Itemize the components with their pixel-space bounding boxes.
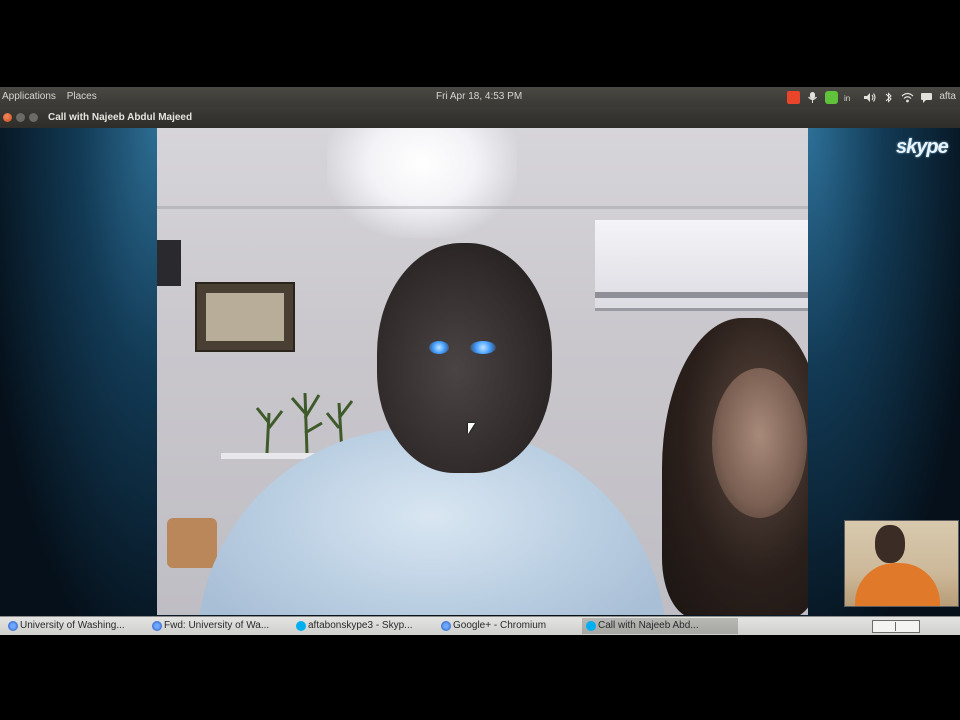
self-video-preview[interactable] <box>844 520 959 607</box>
video-eye-glare <box>470 341 496 354</box>
video-wall-object <box>157 240 181 286</box>
taskbar-item-label: University of Washing... <box>20 620 125 631</box>
chromium-icon <box>152 621 162 631</box>
video-ceiling-edge <box>157 206 808 209</box>
chromium-icon <box>441 621 451 631</box>
taskbar-item-label: Call with Najeeb Abd... <box>598 620 699 631</box>
self-video-shirt <box>855 563 940 606</box>
mouse-cursor-icon <box>468 423 475 434</box>
close-button[interactable] <box>3 113 12 122</box>
video-person-head <box>377 243 552 473</box>
chat-icon[interactable] <box>920 91 933 104</box>
workspace-divider <box>895 622 896 631</box>
skype-icon <box>296 621 306 631</box>
video-chair <box>167 518 217 568</box>
bluetooth-icon[interactable] <box>882 91 895 104</box>
maximize-button[interactable] <box>29 113 38 122</box>
video-eye-glare <box>429 341 449 354</box>
user-menu[interactable]: afta <box>939 87 956 107</box>
taskbar: University of Washing... Fwd: University… <box>0 616 960 635</box>
video-second-person-face <box>712 368 807 518</box>
system-tray: in afta <box>787 89 956 105</box>
minimize-button[interactable] <box>16 113 25 122</box>
panel-menus: Applications Places <box>2 87 105 107</box>
taskbar-item-fwd-university[interactable]: Fwd: University of Wa... <box>148 618 302 634</box>
taskbar-item-university-of-washington[interactable]: University of Washing... <box>4 618 160 634</box>
remote-video[interactable] <box>157 128 808 615</box>
screen: Applications Places Fri Apr 18, 4:53 PM … <box>0 0 960 720</box>
taskbar-item-label: Fwd: University of Wa... <box>164 620 270 631</box>
taskbar-item-label: aftabonskype3 - Skyp... <box>308 620 413 631</box>
call-background-left <box>0 128 157 616</box>
skype-logo: skype <box>896 136 949 158</box>
svg-text:in: in <box>844 94 850 103</box>
video-air-conditioner <box>595 220 808 311</box>
taskbar-item-skype-main[interactable]: aftabonskype3 - Skyp... <box>292 618 448 634</box>
clock[interactable]: Fri Apr 18, 4:53 PM <box>436 87 522 107</box>
top-panel: Applications Places Fri Apr 18, 4:53 PM … <box>0 87 960 107</box>
skype-icon <box>586 621 596 631</box>
volume-icon[interactable] <box>863 91 876 104</box>
taskbar-item-label: Google+ - Chromium <box>453 620 547 631</box>
self-video-head <box>875 525 905 563</box>
stop-icon[interactable] <box>787 90 801 104</box>
chromium-icon <box>8 621 18 631</box>
window-title-bar[interactable]: Call with Najeeb Abdul Majeed <box>0 107 960 128</box>
video-wall-frame <box>195 282 295 352</box>
skype-tray-icon[interactable] <box>825 90 839 104</box>
window-title: Call with Najeeb Abdul Majeed <box>48 112 193 123</box>
network-speed-icon[interactable]: in <box>844 91 857 104</box>
taskbar-item-google-plus[interactable]: Google+ - Chromium <box>437 618 593 634</box>
taskbar-item-call-window[interactable]: Call with Najeeb Abd... <box>582 618 738 634</box>
workspace-switcher[interactable] <box>872 620 920 633</box>
mic-icon[interactable] <box>806 91 819 104</box>
applications-menu[interactable]: Applications <box>2 91 56 102</box>
wifi-icon[interactable] <box>901 91 914 104</box>
places-menu[interactable]: Places <box>67 91 97 102</box>
video-ceiling-light <box>327 128 517 238</box>
